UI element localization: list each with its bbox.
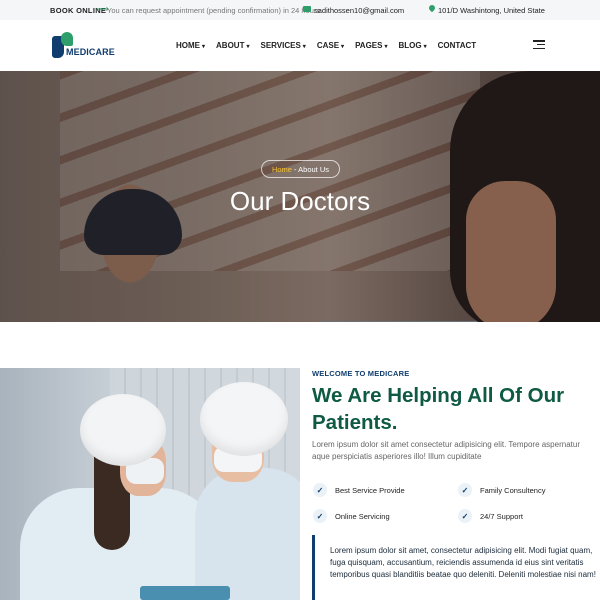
- chevron-down-icon: ▾: [384, 44, 388, 50]
- logo-text: MEDICARE: [66, 47, 115, 57]
- breadcrumb-home-link[interactable]: Home: [272, 165, 292, 174]
- contact-address: 101/D Washintong, United State: [438, 6, 545, 15]
- nav-item-about[interactable]: ABOUT ▾: [216, 41, 249, 50]
- feature-item: ✓ Online Servicing: [313, 509, 390, 523]
- nav-item-label: PAGES: [355, 41, 383, 50]
- feature-label: 24/7 Support: [480, 511, 523, 521]
- contact-email[interactable]: sadithossen10@gmail.com: [314, 6, 404, 15]
- nav-item-services[interactable]: SERVICES ▾: [260, 41, 305, 50]
- feature-label: Family Consultency: [480, 485, 546, 495]
- section-quote: Lorem ipsum dolor sit amet, consectetur …: [312, 535, 597, 600]
- logo-leaf-icon: [61, 32, 73, 46]
- check-icon: ✓: [458, 509, 472, 523]
- check-icon: ✓: [313, 509, 327, 523]
- check-icon: ✓: [458, 483, 472, 497]
- nav-item-label: ABOUT: [216, 41, 245, 50]
- nav-item-pages[interactable]: PAGES ▾: [355, 41, 387, 50]
- page-title: Our Doctors: [229, 186, 371, 216]
- breadcrumb-current: - About Us: [293, 164, 330, 174]
- section-title: We Are Helping All Of Our Patients.: [312, 384, 565, 434]
- mail-icon: [303, 6, 311, 12]
- chevron-down-icon: ▾: [202, 44, 206, 50]
- feature-item: ✓ Best Service Provide: [313, 483, 405, 497]
- photo-tray: [140, 586, 230, 600]
- nav-item-label: SERVICES: [260, 41, 301, 50]
- nav-item-label: CASE: [316, 41, 340, 50]
- site-header: MEDICARE HOME ▾ ABOUT ▾ SERVICES ▾ CASE ▾ PA…: [0, 20, 600, 71]
- chevron-down-icon: ▾: [302, 44, 306, 50]
- feature-label: Best Service Provide: [335, 485, 405, 495]
- feature-item: ✓ Family Consultency: [458, 483, 545, 497]
- nav-item-case[interactable]: CASE ▾: [317, 41, 344, 50]
- chevron-down-icon: ▾: [246, 44, 250, 50]
- hero-banner: Home - About Us Our Doctors: [0, 71, 600, 322]
- top-bar: BOOK ONLINE ⟶ You can request appointmen…: [0, 0, 600, 20]
- appointment-note: You can request appointment (pending con…: [107, 6, 321, 15]
- location-pin-icon: [427, 3, 437, 13]
- check-icon: ✓: [313, 483, 327, 497]
- breadcrumb: Home - About Us: [261, 160, 340, 178]
- nav-item-label: CONTACT: [437, 41, 477, 50]
- chevron-down-icon: ▾: [423, 44, 427, 50]
- chevron-down-icon: ▾: [341, 44, 345, 50]
- nav-item-blog[interactable]: BLOG ▾: [399, 41, 427, 50]
- nav-item-home[interactable]: HOME ▾: [176, 41, 205, 50]
- feature-label: Online Servicing: [335, 511, 390, 521]
- menu-toggle-icon[interactable]: [533, 40, 545, 50]
- photo-cap-left: [80, 394, 166, 466]
- section-eyebrow: WELCOME TO MEDICARE: [312, 369, 410, 378]
- section-lead: Lorem ipsum dolor sit amet consectetur a…: [312, 440, 580, 461]
- main-nav: HOME ▾ ABOUT ▾ SERVICES ▾ CASE ▾ PAGES ▾ BLOG…: [176, 41, 487, 50]
- site-logo[interactable]: MEDICARE: [52, 32, 115, 60]
- photo-cap-right: [200, 382, 288, 456]
- nav-item-label: HOME: [176, 41, 200, 50]
- feature-item: ✓ 24/7 Support: [458, 509, 523, 523]
- quote-text: Lorem ipsum dolor sit amet, consectetur …: [330, 546, 596, 579]
- photo-doctor-right-gown: [195, 468, 300, 600]
- nav-item-label: BLOG: [398, 41, 422, 50]
- doctors-photo: [0, 368, 300, 600]
- nav-item-contact[interactable]: CONTACT: [438, 41, 477, 50]
